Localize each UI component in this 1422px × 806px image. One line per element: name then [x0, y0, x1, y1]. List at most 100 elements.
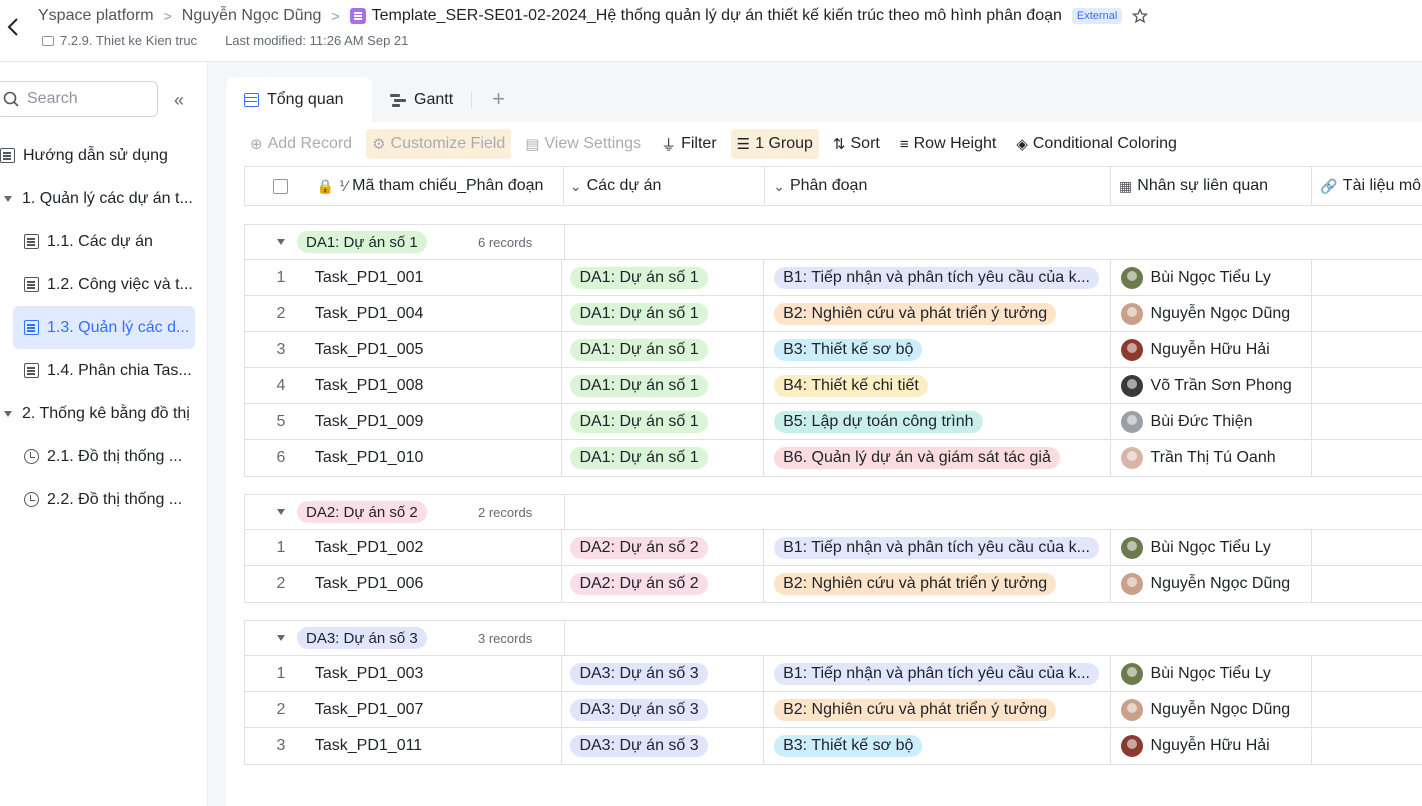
caret-down-icon[interactable]: [277, 635, 285, 641]
group-button[interactable]: ☰ 1 Group: [730, 129, 819, 159]
cell-project[interactable]: DA1: Dự án số 1: [562, 368, 765, 403]
sidebar-item-task-split[interactable]: 1.4. Phân chia Tas...: [0, 349, 208, 392]
caret-down-icon[interactable]: [277, 239, 285, 245]
cell-project[interactable]: DA1: Dự án số 1: [562, 296, 765, 331]
breadcrumb-item[interactable]: Yspace platform: [38, 7, 154, 25]
cell-project[interactable]: DA2: Dự án số 2: [562, 530, 765, 565]
cell-people[interactable]: Bùi Ngọc Tiểu Ly: [1111, 656, 1313, 691]
cell-phase[interactable]: B1: Tiếp nhận và phân tích yêu cầu của k…: [764, 656, 1111, 691]
search-input[interactable]: [27, 90, 137, 108]
cell-project[interactable]: DA3: Dự án số 3: [562, 692, 765, 727]
cell-phase[interactable]: B6. Quản lý dự án và giám sát tác giả: [764, 440, 1111, 476]
breadcrumb-item[interactable]: Nguyễn Ngọc Dũng: [182, 7, 322, 25]
cell-id[interactable]: Task_PD1_001: [315, 260, 563, 295]
collapse-sidebar-icon[interactable]: «: [174, 90, 184, 111]
view-settings-button[interactable]: ▤ View Settings: [519, 129, 647, 159]
cell-docs[interactable]: [1312, 260, 1422, 295]
star-icon[interactable]: [1132, 8, 1149, 24]
cell-docs[interactable]: [1312, 567, 1422, 602]
row-height-button[interactable]: ≡ Row Height: [894, 129, 1002, 159]
group-header[interactable]: DA1: Dự án số 1 6 records: [245, 225, 1422, 260]
cell-project[interactable]: DA1: Dự án số 1: [562, 440, 765, 476]
cell-id[interactable]: Task_PD1_008: [315, 368, 563, 403]
cell-phase[interactable]: B2: Nghiên cứu và phát triển ý tưởng: [764, 566, 1111, 602]
sidebar-item-projects[interactable]: 1.1. Các dự án: [0, 220, 208, 263]
customize-field-button[interactable]: ⚙ Customize Field: [366, 129, 512, 159]
cell-phase[interactable]: B1: Tiếp nhận và phân tích yêu cầu của k…: [764, 530, 1111, 565]
sidebar-item-guide[interactable]: Hướng dẫn sử dụng: [0, 134, 208, 177]
search-box[interactable]: [0, 81, 158, 117]
folder-name[interactable]: 7.2.9. Thiet ke Kien truc: [60, 33, 197, 48]
cell-id[interactable]: Task_PD1_004: [315, 296, 563, 331]
cell-docs[interactable]: [1312, 441, 1422, 476]
cell-docs[interactable]: [1312, 332, 1422, 367]
cell-people[interactable]: Nguyễn Hữu Hải: [1111, 332, 1313, 367]
sidebar-item-tasks[interactable]: 1.2. Công việc và t...: [0, 263, 208, 306]
sidebar-folder-projects[interactable]: 1. Quản lý các dự án t...: [0, 177, 208, 220]
column-header-docs[interactable]: 🔗 Tài liệu mô: [1312, 167, 1422, 205]
sort-button[interactable]: ⇅ Sort: [827, 129, 886, 159]
cell-project[interactable]: DA3: Dự án số 3: [562, 656, 765, 691]
cell-people[interactable]: Trần Thị Tú Oanh: [1111, 440, 1313, 476]
add-record-button[interactable]: ⊕ Add Record: [244, 129, 358, 159]
cell-docs[interactable]: [1312, 692, 1422, 727]
document-title[interactable]: Template_SER-SE01-02-2024_Hệ thống quản …: [372, 7, 1062, 25]
cell-id[interactable]: Task_PD1_005: [315, 332, 563, 367]
table-row[interactable]: 3 Task_PD1_011 DA3: Dự án số 3 B3: Thiết kế…: [245, 728, 1422, 764]
table-row[interactable]: 2 Task_PD1_004 DA1: Dự án số 1 B2: Nghiên c…: [245, 296, 1422, 332]
tab-gantt[interactable]: Gantt: [372, 77, 471, 122]
group-header[interactable]: DA3: Dự án số 3 3 records: [245, 621, 1422, 656]
select-all-checkbox[interactable]: [273, 178, 289, 194]
cell-id[interactable]: Task_PD1_011: [315, 728, 563, 764]
cell-phase[interactable]: B4: Thiết kế chi tiết: [764, 368, 1111, 403]
cell-id[interactable]: Task_PD1_010: [315, 440, 563, 476]
sidebar-item-phases[interactable]: 1.3. Quản lý các d...: [13, 306, 195, 349]
table-row[interactable]: 1 Task_PD1_003 DA3: Dự án số 3 B1: Tiếp nhậ…: [245, 656, 1422, 692]
cell-phase[interactable]: B1: Tiếp nhận và phân tích yêu cầu của k…: [764, 260, 1111, 295]
filter-button[interactable]: ⏚ Filter: [655, 129, 723, 159]
caret-down-icon[interactable]: [4, 195, 12, 202]
group-header[interactable]: DA2: Dự án số 2 2 records: [245, 495, 1422, 530]
table-row[interactable]: 1 Task_PD1_002 DA2: Dự án số 2 B1: Tiếp nhậ…: [245, 530, 1422, 566]
cell-docs[interactable]: [1312, 368, 1422, 403]
cell-phase[interactable]: B2: Nghiên cứu và phát triển ý tưởng: [764, 692, 1111, 727]
sidebar-folder-charts[interactable]: 2. Thống kê bằng đồ thị: [0, 392, 208, 435]
cell-id[interactable]: Task_PD1_007: [315, 692, 563, 727]
cell-people[interactable]: Nguyễn Ngọc Dũng: [1111, 296, 1313, 331]
tab-overview[interactable]: Tổng quan: [226, 77, 372, 122]
caret-down-icon[interactable]: [4, 410, 12, 417]
table-row[interactable]: 3 Task_PD1_005 DA1: Dự án số 1 B3: Thiết kế…: [245, 332, 1422, 368]
cell-docs[interactable]: [1312, 656, 1422, 691]
cell-id[interactable]: Task_PD1_003: [315, 656, 563, 691]
table-row[interactable]: 4 Task_PD1_008 DA1: Dự án số 1 B4: Thiết kế…: [245, 368, 1422, 404]
add-view-icon[interactable]: +: [492, 86, 505, 112]
cell-project[interactable]: DA2: Dự án số 2: [562, 566, 765, 602]
cell-docs[interactable]: [1312, 729, 1422, 764]
column-header-people[interactable]: ▦ Nhân sự liên quan: [1111, 167, 1313, 205]
cell-phase[interactable]: B2: Nghiên cứu và phát triển ý tưởng: [764, 296, 1111, 331]
cell-project[interactable]: DA1: Dự án số 1: [562, 260, 765, 295]
cell-id[interactable]: Task_PD1_006: [315, 566, 563, 602]
cell-project[interactable]: DA3: Dự án số 3: [562, 728, 765, 764]
back-arrow-icon[interactable]: [4, 16, 22, 38]
conditional-coloring-button[interactable]: ◈ Conditional Coloring: [1010, 129, 1183, 159]
column-header-project[interactable]: ⌄ Các dự án: [564, 167, 766, 205]
cell-id[interactable]: Task_PD1_002: [315, 530, 563, 565]
table-row[interactable]: 2 Task_PD1_007 DA3: Dự án số 3 B2: Nghiên c…: [245, 692, 1422, 728]
cell-people[interactable]: Nguyễn Ngọc Dũng: [1111, 692, 1313, 727]
cell-phase[interactable]: B3: Thiết kế sơ bộ: [764, 332, 1111, 367]
cell-people[interactable]: Nguyễn Hữu Hải: [1111, 728, 1313, 764]
caret-down-icon[interactable]: [277, 509, 285, 515]
cell-people[interactable]: Bùi Ngọc Tiểu Ly: [1111, 260, 1313, 295]
cell-people[interactable]: Võ Trần Sơn Phong: [1111, 368, 1313, 403]
cell-people[interactable]: Bùi Ngọc Tiểu Ly: [1111, 530, 1313, 565]
sidebar-item-chart-2[interactable]: 2.2. Đồ thị thống ...: [0, 478, 208, 521]
cell-phase[interactable]: B5: Lập dự toán công trình: [764, 404, 1111, 439]
cell-phase[interactable]: B3: Thiết kế sơ bộ: [764, 728, 1111, 764]
table-row[interactable]: 2 Task_PD1_006 DA2: Dự án số 2 B2: Nghiên c…: [245, 566, 1422, 602]
sidebar-item-chart-1[interactable]: 2.1. Đồ thị thống ...: [0, 435, 208, 478]
column-header-phase[interactable]: ⌄ Phân đoạn: [765, 167, 1112, 205]
cell-project[interactable]: DA1: Dự án số 1: [562, 404, 765, 439]
cell-docs[interactable]: [1312, 530, 1422, 565]
cell-project[interactable]: DA1: Dự án số 1: [562, 332, 765, 367]
